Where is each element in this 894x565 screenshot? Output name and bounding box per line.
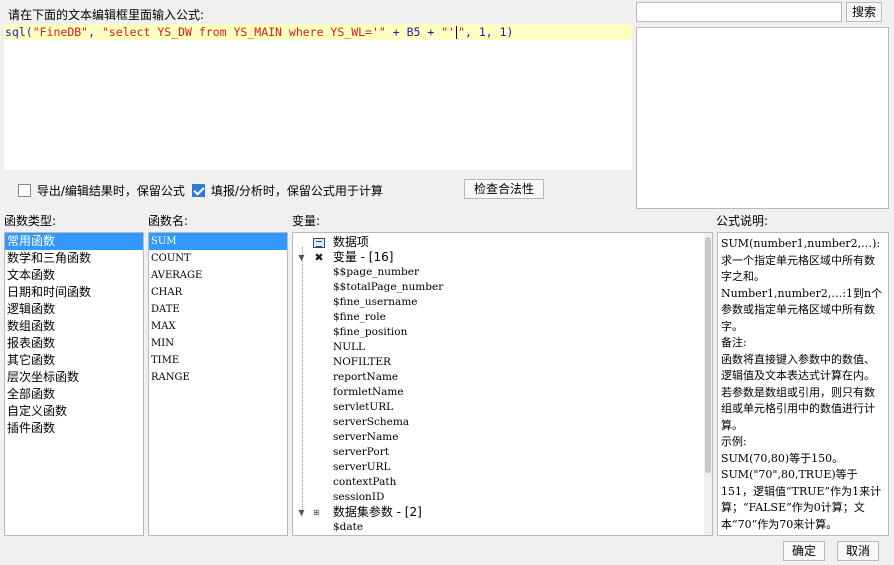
- check-validity-button[interactable]: 检查合法性: [464, 179, 544, 199]
- variable-item[interactable]: $$page_number: [293, 265, 712, 280]
- variable-item[interactable]: $fine_username: [293, 295, 712, 310]
- variable-item[interactable]: serverSchema: [293, 415, 712, 430]
- description-line: Number1,number2,…:1到n个参数或指定单元格区域中所有数字。: [721, 286, 883, 333]
- scrollbar-thumb[interactable]: [705, 237, 711, 473]
- function-type-item[interactable]: 全部函数: [5, 386, 143, 403]
- function-name-item[interactable]: CHAR: [149, 284, 287, 301]
- function-type-item[interactable]: 日期和时间函数: [5, 284, 143, 301]
- variable-item[interactable]: servletURL: [293, 400, 712, 415]
- function-name-label: 函数名:: [148, 214, 189, 228]
- formula-op1: + B5 +: [385, 25, 442, 39]
- variable-icon: ✖: [314, 251, 324, 264]
- formula-line[interactable]: sql("FineDB", "select YS_DW from YS_MAIN…: [4, 24, 632, 40]
- function-name-item[interactable]: AVERAGE: [149, 267, 287, 284]
- formula-arg1: "FineDB": [32, 25, 89, 39]
- dataset-params-node-label: 数据集参数 - [2]: [332, 505, 422, 519]
- variable-item[interactable]: formletName: [293, 385, 712, 400]
- data-items-icon: [313, 237, 325, 248]
- function-name-item[interactable]: DATE: [149, 301, 287, 318]
- function-name-item[interactable]: SUM: [149, 233, 287, 250]
- variable-item[interactable]: serverPort: [293, 445, 712, 460]
- ok-button[interactable]: 确定: [783, 541, 825, 561]
- variable-item[interactable]: NULL: [293, 340, 712, 355]
- variable-item[interactable]: reportName: [293, 370, 712, 385]
- description-line: 函数将直接键入参数中的数值、逻辑值及文本表达式计算在内。若参数是数组或引用，则只…: [721, 352, 875, 432]
- function-type-list[interactable]: 常用函数 数学和三角函数 文本函数 日期和时间函数 逻辑函数 数组函数 报表函数 其它函数 层次…: [4, 232, 144, 536]
- search-results-panel[interactable]: [636, 27, 889, 209]
- variable-item[interactable]: sessionID: [293, 490, 712, 505]
- description-line: 示例:: [721, 435, 747, 448]
- function-name-item[interactable]: MIN: [149, 335, 287, 352]
- formula-arg3a: "': [441, 25, 456, 39]
- function-type-item[interactable]: 常用函数: [5, 233, 143, 250]
- cancel-button[interactable]: 取消: [837, 541, 879, 561]
- search-input[interactable]: [636, 2, 842, 22]
- formula-editor[interactable]: sql("FineDB", "select YS_DW from YS_MAIN…: [4, 24, 632, 170]
- text-caret: [456, 26, 458, 39]
- dataset-param-item[interactable]: $date: [293, 520, 712, 535]
- formula-func: sql(: [5, 25, 33, 39]
- formula-sep1: ,: [88, 25, 102, 39]
- description-line: SUM(number1,number2,…):求一个指定单元格区域中所有数字之和…: [721, 237, 881, 283]
- function-name-item[interactable]: TIME: [149, 352, 287, 369]
- collapse-toggle-icon[interactable]: ▼: [297, 250, 306, 265]
- keep-formula-fill-option[interactable]: 填报/分析时，保留公式用于计算: [192, 182, 383, 199]
- function-name-item[interactable]: COUNT: [149, 250, 287, 267]
- function-name-item[interactable]: MAX: [149, 318, 287, 335]
- variable-item[interactable]: serverName: [293, 430, 712, 445]
- function-type-item[interactable]: 数组函数: [5, 318, 143, 335]
- editor-prompt: 请在下面的文本编辑框里面输入公式:: [8, 8, 205, 22]
- data-items-label: 数据项: [332, 235, 369, 249]
- keep-formula-fill-label: 填报/分析时，保留公式用于计算: [210, 184, 383, 198]
- keep-formula-export-checkbox[interactable]: [18, 184, 31, 197]
- function-type-item[interactable]: 自定义函数: [5, 403, 143, 420]
- function-type-item[interactable]: 其它函数: [5, 352, 143, 369]
- keep-formula-export-option[interactable]: 导出/编辑结果时，保留公式: [18, 182, 185, 199]
- formula-arg2: "select YS_DW from YS_MAIN where YS_WL='…: [101, 25, 386, 39]
- variables-node-label: 变量 - [16]: [332, 250, 394, 264]
- variable-item[interactable]: $$totalPage_number: [293, 280, 712, 295]
- variables-scrollbar[interactable]: [704, 233, 712, 535]
- function-name-list[interactable]: SUM COUNT AVERAGE CHAR DATE MAX MIN TIME RANGE: [148, 232, 288, 536]
- function-type-item[interactable]: 文本函数: [5, 267, 143, 284]
- variable-item[interactable]: $fine_role: [293, 310, 712, 325]
- search-button[interactable]: 搜索: [846, 2, 882, 22]
- function-type-item[interactable]: 逻辑函数: [5, 301, 143, 318]
- function-type-label: 函数类型:: [4, 214, 57, 228]
- function-name-item[interactable]: RANGE: [149, 369, 287, 386]
- tree-node-data-items[interactable]: 数据项: [293, 235, 712, 250]
- formula-tail: , 1, 1): [465, 25, 514, 39]
- formula-description: SUM(number1,number2,…):求一个指定单元格区域中所有数字之和…: [717, 232, 889, 536]
- variables-label: 变量:: [292, 214, 321, 228]
- collapse-toggle-icon[interactable]: ▼: [297, 505, 306, 520]
- description-label: 公式说明:: [716, 214, 769, 228]
- description-line: SUM("70",80,TRUE)等于151，逻辑值“TRUE”作为1来计算；“…: [721, 468, 882, 531]
- function-type-item[interactable]: 报表函数: [5, 335, 143, 352]
- tree-node-dataset-params[interactable]: ▼ ⊞ 数据集参数 - [2]: [293, 505, 712, 520]
- function-type-item[interactable]: 插件函数: [5, 420, 143, 437]
- tree-node-variables[interactable]: ▼ ✖ 变量 - [16]: [293, 250, 712, 265]
- dataset-param-icon: ⊞: [313, 508, 320, 517]
- function-type-item[interactable]: 层次坐标函数: [5, 369, 143, 386]
- variable-item[interactable]: contextPath: [293, 475, 712, 490]
- description-line: 备注:: [721, 336, 747, 349]
- function-type-item[interactable]: 数学和三角函数: [5, 250, 143, 267]
- formula-arg3b: ": [458, 25, 466, 39]
- variable-item[interactable]: NOFILTER: [293, 355, 712, 370]
- dataset-param-items: $date: [293, 520, 712, 535]
- keep-formula-fill-checkbox[interactable]: [192, 184, 205, 197]
- keep-formula-export-label: 导出/编辑结果时，保留公式: [36, 184, 185, 198]
- variable-items: $$page_number $$totalPage_number $fine_use…: [293, 265, 712, 505]
- variables-tree[interactable]: 数据项 ▼ ✖ 变量 - [16] $$page_number $$totalPa…: [292, 232, 713, 536]
- description-line: SUM(70,80)等于150。: [721, 451, 844, 465]
- variable-item[interactable]: serverURL: [293, 460, 712, 475]
- variable-item[interactable]: $fine_position: [293, 325, 712, 340]
